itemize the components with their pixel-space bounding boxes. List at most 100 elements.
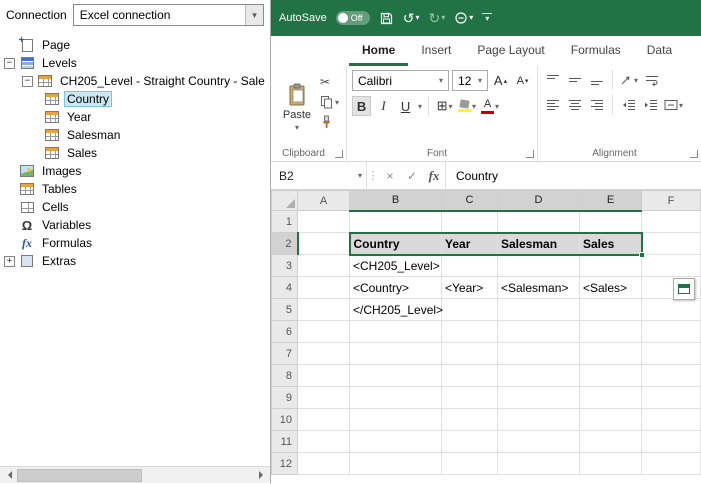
tree-item-year[interactable]: Year	[0, 108, 270, 126]
fill-color-button[interactable]: ▾	[457, 96, 477, 116]
tree-item-salesman[interactable]: Salesman	[0, 126, 270, 144]
cell[interactable]	[580, 453, 642, 475]
cell[interactable]	[350, 211, 442, 233]
font-name-combobox[interactable]: Calibri ▾	[352, 70, 449, 91]
scroll-right-button[interactable]	[253, 467, 270, 484]
row-header-4[interactable]: 4	[272, 277, 298, 299]
cell[interactable]	[642, 299, 701, 321]
fill-handle[interactable]	[639, 252, 645, 258]
cell[interactable]	[442, 365, 498, 387]
splitter-icon[interactable]: ⋮	[367, 169, 379, 182]
horizontal-scrollbar[interactable]	[0, 466, 270, 483]
cell-E4[interactable]: <Sales>	[580, 277, 642, 299]
cell[interactable]	[298, 431, 350, 453]
autosave-toggle[interactable]: Off	[336, 11, 370, 25]
merge-center-button[interactable]: ▾	[663, 95, 684, 115]
cell[interactable]	[498, 387, 580, 409]
redo-button[interactable]: ↻ ▾	[428, 11, 445, 25]
cell[interactable]	[580, 431, 642, 453]
cell[interactable]	[442, 299, 498, 321]
cell-B3[interactable]: <CH205_Level>	[350, 255, 442, 277]
dialog-launcher-icon[interactable]	[690, 150, 698, 158]
column-header-d[interactable]: D	[498, 191, 580, 211]
cell[interactable]	[350, 453, 442, 475]
column-header-b[interactable]: B	[350, 191, 442, 211]
cell[interactable]	[498, 299, 580, 321]
cell-E2[interactable]: Sales	[580, 233, 642, 255]
cell[interactable]	[442, 431, 498, 453]
cell[interactable]	[580, 365, 642, 387]
tree-item-sales[interactable]: Sales	[0, 144, 270, 162]
decrease-indent-button[interactable]	[619, 95, 638, 115]
cell[interactable]	[350, 343, 442, 365]
column-header-e[interactable]: E	[580, 191, 642, 211]
cell[interactable]	[298, 211, 350, 233]
row-header-7[interactable]: 7	[272, 343, 298, 365]
tree-item-tables[interactable]: Tables	[0, 180, 270, 198]
row-header-2[interactable]: 2	[272, 233, 298, 255]
row-header-11[interactable]: 11	[272, 431, 298, 453]
cell[interactable]	[580, 211, 642, 233]
scroll-left-button[interactable]	[0, 467, 17, 484]
cell-B5[interactable]: </CH205_Level>	[350, 299, 442, 321]
cell[interactable]	[298, 343, 350, 365]
cancel-entry-button[interactable]: ×	[379, 162, 401, 189]
row-header-8[interactable]: 8	[272, 365, 298, 387]
tab-insert[interactable]: Insert	[408, 36, 464, 66]
cell[interactable]	[298, 233, 350, 255]
cell[interactable]	[580, 255, 642, 277]
borders-button[interactable]: ⊞ ▾	[435, 96, 454, 116]
cell[interactable]	[442, 387, 498, 409]
cell[interactable]	[642, 409, 701, 431]
align-middle-button[interactable]	[565, 70, 584, 90]
cell[interactable]	[498, 409, 580, 431]
chevron-down-icon[interactable]: ▾	[245, 5, 263, 25]
cell[interactable]	[298, 409, 350, 431]
cell[interactable]	[350, 365, 442, 387]
row-header-5[interactable]: 5	[272, 299, 298, 321]
cell-C4[interactable]: <Year>	[442, 277, 498, 299]
orientation-button[interactable]: ▾	[619, 70, 639, 90]
cell[interactable]	[642, 453, 701, 475]
align-right-button[interactable]	[587, 95, 606, 115]
column-header-f[interactable]: F	[642, 191, 701, 211]
row-header-9[interactable]: 9	[272, 387, 298, 409]
tree-item-country[interactable]: Country	[0, 90, 270, 108]
cell[interactable]	[298, 453, 350, 475]
tab-formulas[interactable]: Formulas	[558, 36, 634, 66]
cut-button[interactable]: ✂	[320, 74, 339, 90]
save-button[interactable]	[379, 11, 394, 26]
row-header-1[interactable]: 1	[272, 211, 298, 233]
cell-D2[interactable]: Salesman	[498, 233, 580, 255]
cell[interactable]	[498, 255, 580, 277]
cell[interactable]	[642, 211, 701, 233]
row-header-3[interactable]: 3	[272, 255, 298, 277]
cell-B2[interactable]: Country	[350, 233, 442, 255]
tree-item-levels[interactable]: − Levels	[0, 54, 270, 72]
paste-button[interactable]: Paste ▾	[276, 70, 318, 145]
cell[interactable]	[442, 453, 498, 475]
increase-indent-button[interactable]	[641, 95, 660, 115]
tab-home[interactable]: Home	[349, 36, 408, 66]
align-left-button[interactable]	[543, 95, 562, 115]
cell[interactable]	[498, 365, 580, 387]
name-box[interactable]: B2 ▾	[271, 162, 367, 189]
format-painter-button[interactable]	[320, 114, 339, 130]
cell[interactable]	[498, 453, 580, 475]
cell[interactable]	[580, 343, 642, 365]
cell[interactable]	[350, 321, 442, 343]
cell-C2[interactable]: Year	[442, 233, 498, 255]
select-all-button[interactable]	[272, 191, 298, 211]
tab-data[interactable]: Data	[634, 36, 685, 66]
cell[interactable]	[298, 365, 350, 387]
tree-item-extras[interactable]: + Extras	[0, 252, 270, 270]
cell[interactable]	[642, 365, 701, 387]
cell[interactable]	[350, 431, 442, 453]
cell[interactable]	[580, 299, 642, 321]
dialog-launcher-icon[interactable]	[526, 150, 534, 158]
collapse-minus-icon[interactable]: −	[22, 76, 33, 87]
cell[interactable]	[298, 255, 350, 277]
tab-page-layout[interactable]: Page Layout	[464, 36, 557, 66]
cell[interactable]	[580, 387, 642, 409]
dialog-launcher-icon[interactable]	[335, 150, 343, 158]
